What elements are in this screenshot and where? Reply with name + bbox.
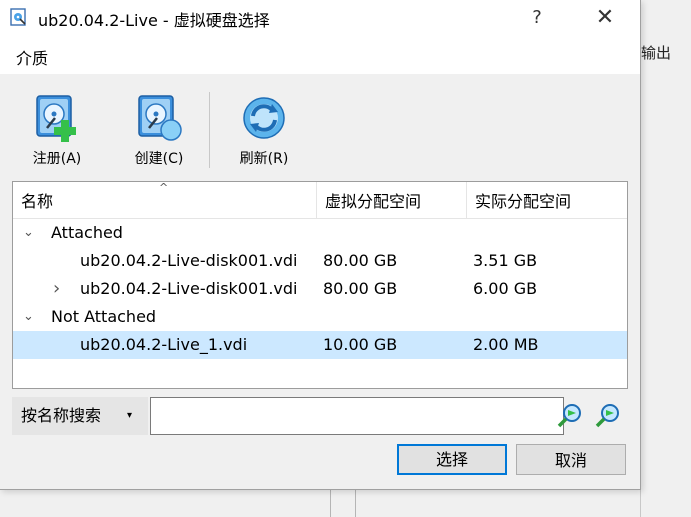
column-header-actual-size[interactable]: 实际分配空间 [466,182,627,218]
search-input[interactable] [150,397,564,435]
search-previous-icon[interactable] [556,402,584,430]
group-label: Attached [51,223,123,242]
chevron-down-icon: ▾ [127,410,133,421]
disk-name: ub20.04.2-Live-disk001.vdi [80,279,298,298]
virtual-size: 80.00 GB [323,279,398,298]
virtual-size: 10.00 GB [323,335,398,354]
title-bar: ub20.04.2-Live - 虚拟硬盘选择 ? ✕ [0,0,640,36]
help-button[interactable]: ? [522,4,552,32]
background-output-label: 输出 [641,44,672,62]
column-header-name[interactable]: 名称 ^ [13,182,316,218]
select-button[interactable]: 选择 [397,444,507,475]
search-mode-label: 按名称搜索 [21,406,102,425]
background-divider [330,490,331,517]
menu-bar: 介质 [0,36,640,74]
search-mode-select[interactable]: 按名称搜索 ▾ [12,397,148,435]
table-header: 名称 ^ 虚拟分配空间 实际分配空间 [13,182,627,219]
virtual-disk-selector-dialog: ub20.04.2-Live - 虚拟硬盘选择 ? ✕ 介质 注册(A) 创建(… [0,0,641,490]
window-title: ub20.04.2-Live - 虚拟硬盘选择 [38,11,270,30]
register-label: 注册(A) [32,151,82,167]
refresh-icon [243,97,285,139]
toolbar: 注册(A) 创建(C) 刷新(R) [0,74,640,178]
actual-size: 6.00 GB [473,279,538,298]
disk-name: ub20.04.2-Live_1.vdi [80,335,248,354]
virtualbox-app-icon [10,8,26,26]
table-row-selected[interactable]: ub20.04.2-Live_1.vdi 10.00 GB 2.00 MB [13,331,627,359]
group-row-not-attached[interactable]: ⌄ Not Attached [13,303,627,331]
column-header-virtual-size[interactable]: 虚拟分配空间 [316,182,466,218]
cancel-button[interactable]: 取消 [516,444,626,475]
actual-size: 3.51 GB [473,251,538,270]
disk-create-icon [138,95,182,141]
menu-medium[interactable]: 介质 [16,45,48,69]
sort-ascending-icon: ^ [159,181,169,194]
disk-table: 名称 ^ 虚拟分配空间 实际分配空间 ⌄ Attached ub20.04.2-… [12,181,628,389]
expand-chevron-icon[interactable]: ⌄ [23,303,34,331]
table-row[interactable]: ub20.04.2-Live-disk001.vdi 80.00 GB 3.51… [13,247,627,275]
group-row-attached[interactable]: ⌄ Attached [13,219,627,247]
create-button[interactable]: 创建(C) [124,94,194,170]
search-next-icon[interactable] [594,402,622,430]
search-bar: 按名称搜索 ▾ [12,397,626,435]
virtual-size: 80.00 GB [323,251,398,270]
column-header-label: 名称 [21,192,54,211]
toolbar-separator [209,92,210,168]
group-label: Not Attached [51,307,157,326]
create-label: 创建(C) [134,151,184,167]
actual-size: 2.00 MB [473,335,539,354]
disk-add-icon [36,95,76,142]
table-row[interactable]: › ub20.04.2-Live-disk001.vdi 80.00 GB 6.… [13,275,627,303]
close-icon[interactable]: ✕ [590,4,620,32]
disk-name: ub20.04.2-Live-disk001.vdi [80,251,298,270]
background-divider [355,490,356,517]
refresh-label: 刷新(R) [239,151,289,167]
expand-chevron-icon[interactable]: ⌄ [23,219,34,247]
register-button[interactable]: 注册(A) [22,94,92,170]
refresh-button[interactable]: 刷新(R) [229,94,299,170]
row-expander-icon[interactable]: › [53,275,60,303]
